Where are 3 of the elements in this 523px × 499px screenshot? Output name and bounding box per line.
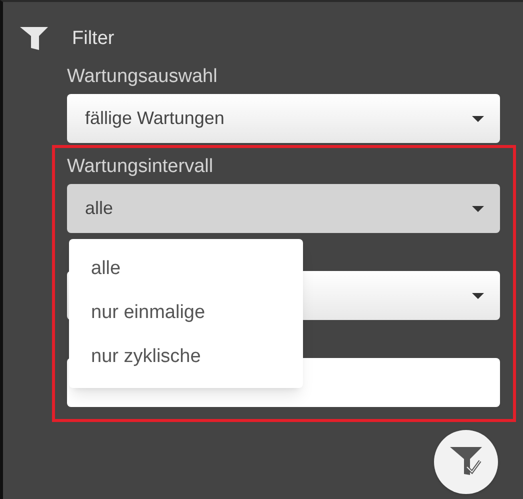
- field-label: Wartungsintervall: [67, 155, 214, 179]
- panel-title: Filter: [72, 26, 114, 51]
- field-label: Wartungsauswahl: [67, 65, 218, 89]
